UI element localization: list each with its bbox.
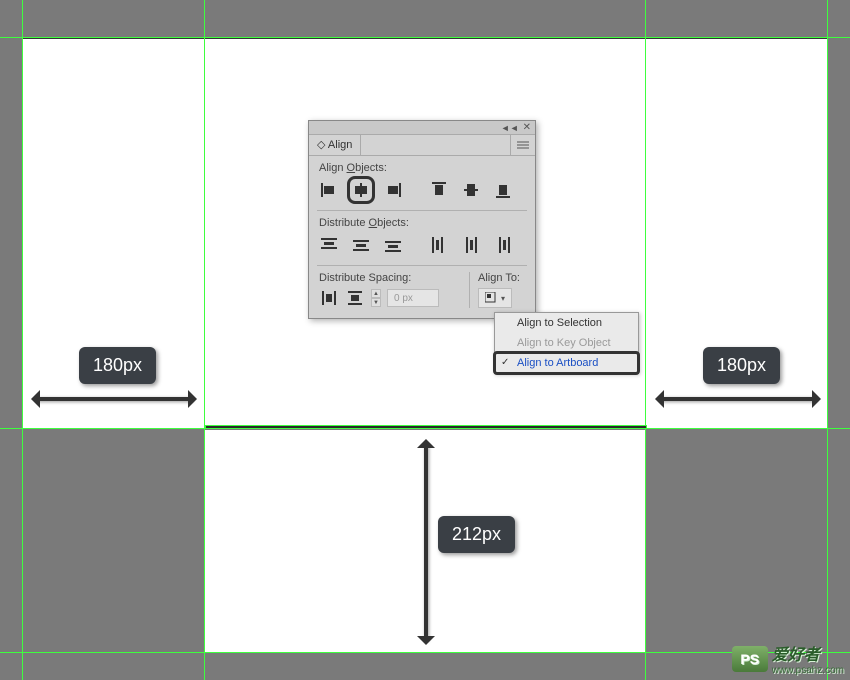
selected-object[interactable] [205, 425, 647, 429]
guide-vertical [204, 0, 205, 680]
tab-align[interactable]: ◇ Align [309, 135, 361, 155]
guide-vertical [645, 0, 646, 680]
align-panel: ◄◄ ✕ ◇ Align Align Objects: [308, 120, 536, 319]
vertical-distribute-center-icon[interactable] [351, 235, 371, 255]
measurement-arrow [660, 397, 816, 401]
guide-vertical [827, 0, 828, 680]
vertical-align-top-icon[interactable] [429, 180, 449, 200]
measurement-arrow [36, 397, 192, 401]
dropdown-item-selection[interactable]: Align to Selection [495, 313, 638, 333]
dropdown-item-key-object: Align to Key Object [495, 333, 638, 353]
dropdown-item-label: Align to Artboard [517, 357, 598, 369]
panel-tabs: ◇ Align [309, 135, 535, 156]
vertical-align-center-icon[interactable] [461, 180, 481, 200]
spacing-stepper[interactable]: ▲▼ [371, 289, 381, 307]
section-title: Align Objects: [319, 162, 525, 174]
horizontal-distribute-right-icon[interactable] [493, 235, 513, 255]
collapse-icon[interactable]: ◄◄ [501, 123, 519, 133]
close-icon[interactable]: ✕ [523, 122, 531, 133]
watermark: PS 爱好者 www.psahz.com [732, 641, 844, 676]
panel-menu-icon[interactable] [510, 135, 535, 155]
section-title: Distribute Spacing: [319, 272, 459, 284]
distribute-objects-section: Distribute Objects: [309, 211, 535, 265]
align-to-dropdown: Align to Selection Align to Key Object ✓… [494, 312, 639, 374]
spacing-input[interactable]: 0 px [387, 289, 439, 307]
vertical-distribute-bottom-icon[interactable] [383, 235, 403, 255]
guide-vertical [22, 0, 23, 680]
watermark-logo: PS [732, 646, 768, 672]
horizontal-distribute-center-icon[interactable] [461, 235, 481, 255]
dropdown-item-artboard[interactable]: ✓ Align to Artboard [495, 353, 638, 373]
measurement-arrow [424, 444, 428, 640]
watermark-title: 爱好者 [772, 647, 820, 664]
vertical-distribute-space-icon[interactable] [319, 288, 339, 308]
check-icon: ✓ [501, 357, 509, 368]
vertical-align-bottom-icon[interactable] [493, 180, 513, 200]
panel-bottom-row: Distribute Spacing: ▲▼ 0 px Align To: ▾ [309, 266, 535, 318]
horizontal-distribute-space-icon[interactable] [345, 288, 365, 308]
section-title: Distribute Objects: [319, 217, 525, 229]
guide-horizontal [0, 37, 850, 38]
horizontal-align-left-icon[interactable] [319, 180, 339, 200]
tab-label: Align [328, 139, 352, 151]
horizontal-distribute-left-icon[interactable] [429, 235, 449, 255]
horizontal-align-center-icon[interactable] [351, 180, 371, 200]
watermark-url: www.psahz.com [772, 665, 844, 676]
measurement-label-left: 180px [79, 347, 156, 384]
align-objects-section: Align Objects: [309, 156, 535, 210]
panel-header[interactable]: ◄◄ ✕ [309, 121, 535, 135]
align-to-button[interactable]: ▾ [478, 288, 512, 308]
vertical-distribute-top-icon[interactable] [319, 235, 339, 255]
measurement-label-bottom: 212px [438, 516, 515, 553]
section-title: Align To: [478, 272, 525, 284]
measurement-label-right: 180px [703, 347, 780, 384]
horizontal-align-right-icon[interactable] [383, 180, 403, 200]
